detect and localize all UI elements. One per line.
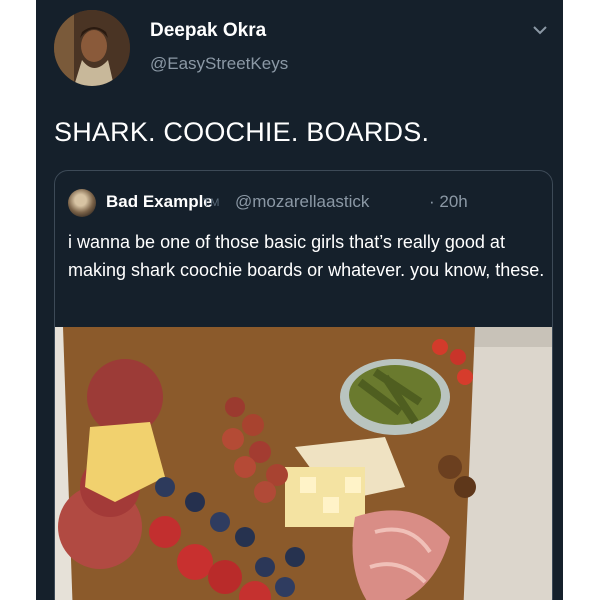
chevron-down-icon[interactable] (530, 22, 550, 38)
author-display-name[interactable]: Deepak Okra (150, 20, 266, 42)
quoted-author-avatar[interactable] (68, 189, 96, 217)
charcuterie-board-image[interactable] (55, 327, 552, 600)
tweet-text: SHARK. COOCHIE. BOARDS. (54, 117, 430, 147)
author-avatar[interactable] (54, 10, 130, 86)
quoted-display-name: Bad Example (106, 192, 213, 211)
author-handle[interactable]: @EasyStreetKeys (150, 54, 288, 74)
quoted-tweet[interactable]: Bad Example TM @mozarellaastick · 20h i … (54, 170, 553, 600)
quoted-name-suffix: TM (203, 197, 220, 209)
quoted-tweet-text: i wanna be one of those basic girls that… (68, 232, 545, 280)
quoted-timestamp: · 20h (429, 192, 468, 211)
avatar-photo-icon (54, 10, 130, 86)
tweet-card[interactable]: Deepak Okra @EasyStreetKeys SHARK. COOCH… (36, 0, 563, 600)
quoted-handle: @mozarellaastick (235, 192, 370, 211)
